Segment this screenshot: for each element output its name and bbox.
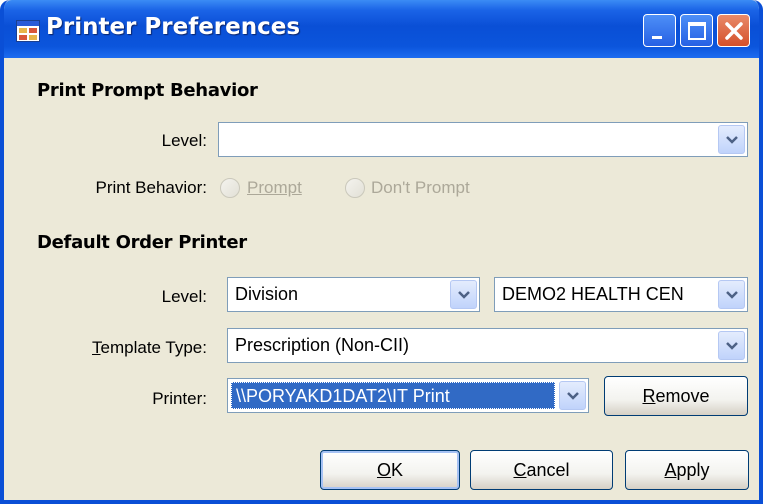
prompt-radio-label: Prompt [247, 178, 302, 197]
chevron-down-icon [726, 342, 738, 350]
prompt-level-label: Level: [161, 131, 207, 150]
window-title: Printer Preferences [46, 14, 301, 40]
maximize-icon [688, 22, 706, 40]
division-dropdown[interactable]: DEMO2 HEALTH CEN [494, 277, 748, 312]
printer-level-dropdown[interactable]: Division [227, 277, 480, 312]
template-type-value: Prescription (Non-CII) [235, 335, 410, 355]
chevron-down-icon [567, 392, 579, 400]
close-icon [725, 22, 743, 40]
print-behavior-label: Print Behavior: [95, 178, 208, 197]
template-type-dropdown[interactable]: Prescription (Non-CII) [227, 328, 748, 363]
chevron-down-icon [726, 136, 738, 144]
prompt-level-dropdown[interactable] [218, 122, 748, 157]
printer-value: \\PORYAKD1DAT2\IT Print [236, 386, 450, 406]
printer-dropdown[interactable]: \\PORYAKD1DAT2\IT Print [227, 378, 589, 413]
title-bar[interactable]: Printer Preferences [4, 0, 759, 58]
template-type-dropdown-button[interactable] [718, 331, 745, 360]
cancel-button[interactable]: Cancel [470, 450, 613, 490]
minimize-button[interactable] [643, 14, 676, 47]
minimize-icon [652, 36, 662, 39]
chevron-down-icon [458, 291, 470, 299]
template-type-label: Template Type: [92, 338, 207, 357]
close-button[interactable] [717, 14, 750, 47]
chevron-down-icon [726, 291, 738, 299]
print-prompt-section-title: Print Prompt Behavior [37, 80, 258, 101]
division-dropdown-button[interactable] [718, 280, 745, 309]
printer-preferences-icon [16, 20, 40, 42]
maximize-button[interactable] [680, 14, 713, 47]
printer-level-dropdown-button[interactable] [450, 280, 477, 309]
printer-dropdown-button[interactable] [559, 381, 586, 410]
prompt-radio[interactable] [220, 178, 240, 198]
printer-level-label: Level: [161, 287, 207, 306]
printer-label: Printer: [152, 389, 207, 408]
default-printer-section-title: Default Order Printer [37, 232, 247, 253]
dialog-content: Print Prompt Behavior Level: Print Behav… [4, 58, 759, 500]
remove-button[interactable]: Remove [604, 376, 748, 416]
printer-level-value: Division [235, 284, 299, 304]
printer-selection-highlight: \\PORYAKD1DAT2\IT Print [231, 382, 555, 409]
apply-button[interactable]: Apply [625, 450, 749, 490]
dont-prompt-radio-label: Don't Prompt [371, 178, 470, 197]
division-value: DEMO2 HEALTH CEN [502, 284, 684, 304]
printer-preferences-window: Printer Preferences Print Prompt Behavio… [0, 0, 763, 504]
ok-button[interactable]: OK [320, 450, 460, 490]
dont-prompt-radio[interactable] [345, 178, 365, 198]
prompt-level-dropdown-button[interactable] [718, 125, 745, 154]
